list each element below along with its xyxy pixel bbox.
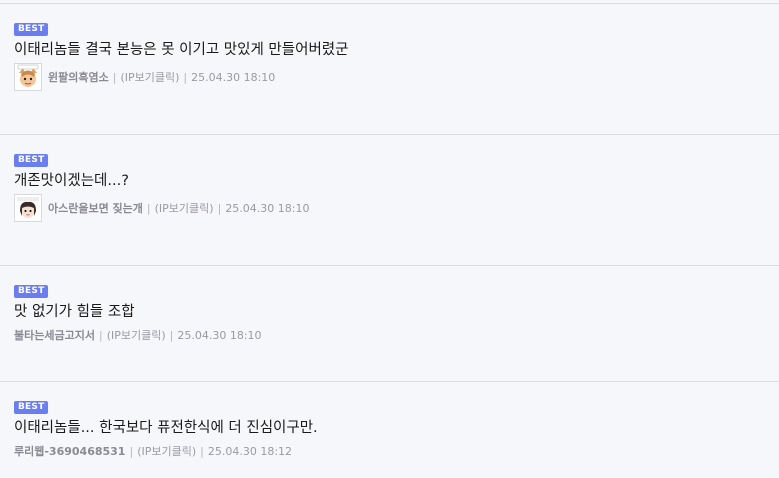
comment-date: 25.04.30 18:12 bbox=[207, 444, 293, 458]
best-badge: BEST bbox=[14, 23, 49, 36]
goat-character-avatar[interactable] bbox=[14, 63, 42, 91]
best-badge: BEST bbox=[14, 154, 49, 167]
comment-list: BEST 이태리놈들 결국 본능은 못 이기고 맛있게 만들어버렸군 윈팔의흑염… bbox=[0, 0, 779, 478]
best-badge: BEST bbox=[14, 401, 49, 414]
separator: | bbox=[169, 328, 174, 342]
separator: | bbox=[183, 70, 188, 84]
comment-item: BEST 이태리놈들 결국 본능은 못 이기고 맛있게 만들어버렸군 윈팔의흑염… bbox=[0, 3, 779, 135]
nickname[interactable]: 윈팔의흑염소 bbox=[48, 69, 109, 85]
comment-text: 맛 없기가 힘들 조합 bbox=[14, 304, 135, 320]
ip-view-link[interactable]: (IP보기클릭) bbox=[137, 443, 196, 459]
comment-text: 개존맛이겠는데...? bbox=[14, 173, 129, 189]
comment-meta: 아스란을보면 짖는개 | (IP보기클릭) | 25.04.30 18:10 bbox=[14, 194, 310, 222]
separator: | bbox=[129, 444, 134, 458]
anime-girl-icon bbox=[15, 195, 41, 221]
comment-date: 25.04.30 18:10 bbox=[225, 201, 310, 215]
nickname[interactable]: 아스란을보면 짖는개 bbox=[48, 200, 143, 216]
ip-view-link[interactable]: (IP보기클릭) bbox=[120, 69, 179, 85]
goat-character-icon bbox=[15, 64, 41, 90]
comment-meta: 윈팔의흑염소 | (IP보기클릭) | 25.04.30 18:10 bbox=[14, 63, 275, 91]
separator: | bbox=[217, 201, 222, 215]
separator: | bbox=[98, 328, 103, 342]
nickname[interactable]: 불타는세금고지서 bbox=[14, 327, 95, 343]
comment-item: BEST 이태리놈들... 한국보다 퓨전한식에 더 진심이구만. 루리웹-36… bbox=[0, 381, 779, 478]
comment-text: 이태리놈들 결국 본능은 못 이기고 맛있게 만들어버렸군 bbox=[14, 42, 349, 58]
comment-item: BEST 개존맛이겠는데...? 아스란을보면 짖는개 | (IP보기클릭) |… bbox=[0, 134, 779, 266]
comment-item: BEST 맛 없기가 힘들 조합 불타는세금고지서 | (IP보기클릭) | 2… bbox=[0, 265, 779, 382]
comment-text: 이태리놈들... 한국보다 퓨전한식에 더 진심이구만. bbox=[14, 420, 318, 436]
comment-date: 25.04.30 18:10 bbox=[177, 328, 262, 342]
comment-date: 25.04.30 18:10 bbox=[191, 70, 276, 84]
separator: | bbox=[146, 201, 151, 215]
nickname[interactable]: 루리웹-3690468531 bbox=[14, 443, 125, 459]
best-badge: BEST bbox=[14, 285, 49, 298]
separator: | bbox=[112, 70, 117, 84]
ip-view-link[interactable]: (IP보기클릭) bbox=[155, 200, 214, 216]
comment-meta: 불타는세금고지서 | (IP보기클릭) | 25.04.30 18:10 bbox=[14, 321, 262, 349]
comment-meta: 루리웹-3690468531 | (IP보기클릭) | 25.04.30 18:… bbox=[14, 437, 292, 465]
separator: | bbox=[200, 444, 204, 458]
anime-girl-avatar[interactable] bbox=[14, 194, 42, 222]
ip-view-link[interactable]: (IP보기클릭) bbox=[107, 327, 166, 343]
